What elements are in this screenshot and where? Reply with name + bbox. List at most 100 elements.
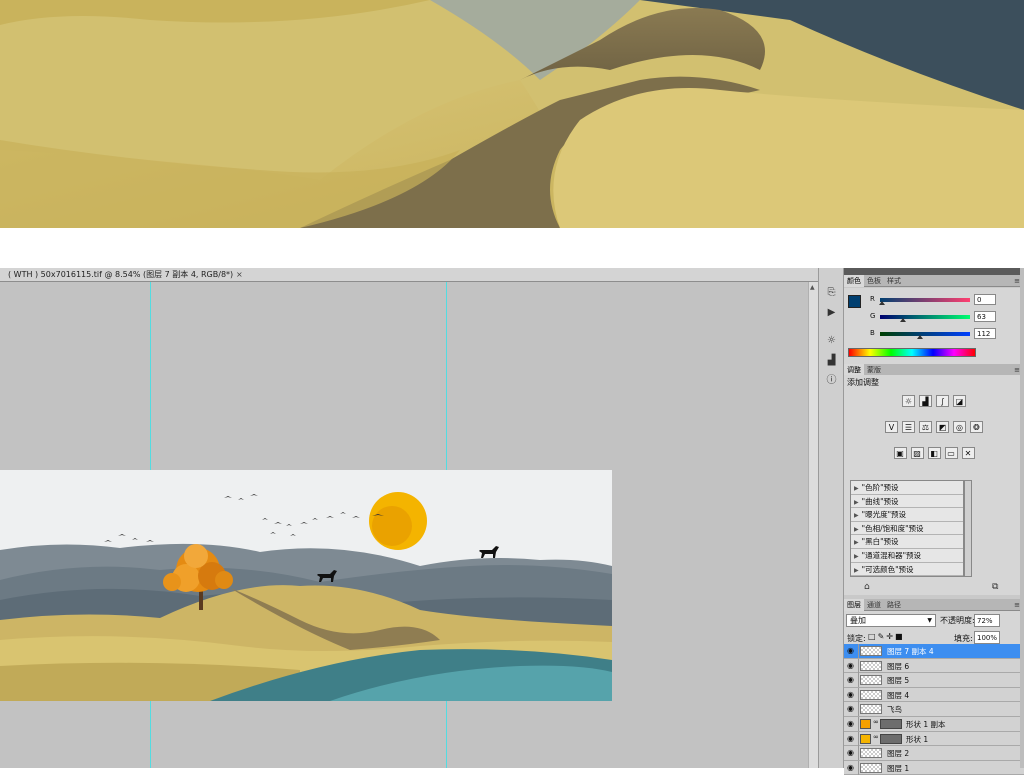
panels-dock: 颜色 色板 样式 ≡ R 0 G 63 B 112 调整 蒙版 ≡ 添加调整 ☼…	[844, 268, 1024, 775]
eye-icon[interactable]: ◉	[847, 675, 854, 684]
tab-styles[interactable]: 样式	[884, 275, 904, 287]
tab-paths[interactable]: 路径	[884, 599, 904, 611]
tab-layers[interactable]: 图层	[844, 599, 864, 611]
threshold-icon[interactable]: ◧	[927, 447, 941, 459]
info-icon[interactable]: ⓘ	[824, 374, 839, 387]
layer-row[interactable]: ◉ ∞ 形状 1 副本	[844, 716, 1024, 732]
curves-icon[interactable]: ∫	[936, 395, 949, 407]
green-thumb[interactable]	[900, 318, 906, 322]
gradient-map-icon[interactable]: ▭	[944, 447, 958, 459]
panels-scrollbar[interactable]	[1020, 268, 1024, 768]
black-white-icon[interactable]: ◩	[936, 421, 949, 433]
canvas-area[interactable]	[0, 282, 808, 768]
brightness-icon[interactable]: ☼	[824, 334, 839, 347]
expand-triangle-icon[interactable]: ▶	[854, 539, 859, 546]
eye-icon[interactable]: ◉	[847, 661, 854, 670]
layers-panel-tabs: 图层 通道 路径 ≡	[844, 599, 1024, 611]
lock-transparent-icon[interactable]: □	[868, 632, 878, 641]
link-icon: ∞	[873, 732, 879, 741]
levels-icon[interactable]: ▟	[919, 395, 932, 407]
layer-row[interactable]: ◉ 图层 6	[844, 658, 1024, 674]
layer-row[interactable]: ◉ 图层 5	[844, 673, 1024, 688]
tab-channels[interactable]: 通道	[864, 599, 884, 611]
list-item[interactable]: ▶ "黑白"预设	[851, 535, 963, 549]
selective-color-icon[interactable]: ✕	[961, 447, 975, 459]
channel-mixer-icon[interactable]: ❂	[970, 421, 983, 433]
eye-icon[interactable]: ◉	[847, 719, 854, 728]
red-value-field[interactable]: 0	[974, 294, 996, 305]
expand-triangle-icon[interactable]: ▶	[854, 553, 859, 560]
shape-color-swatch[interactable]	[860, 718, 871, 729]
eye-icon[interactable]: ◉	[847, 734, 854, 743]
list-item[interactable]: ▶ "曝光度"预设	[851, 508, 963, 522]
list-item[interactable]: ▶ "通道混和器"预设	[851, 549, 963, 563]
color-balance-icon[interactable]: ⚖	[919, 421, 932, 433]
brightness-contrast-icon[interactable]: ☼	[902, 395, 915, 407]
eye-icon[interactable]: ◉	[847, 763, 854, 772]
foreground-color-swatch[interactable]	[848, 295, 861, 308]
invert-icon[interactable]: ▣	[893, 447, 907, 459]
blue-slider[interactable]: B 112	[870, 328, 1020, 341]
return-to-list-icon[interactable]: ⌂	[864, 582, 870, 592]
list-item[interactable]: ▶ "色相/饱和度"预设	[851, 522, 963, 536]
red-slider[interactable]: R 0	[870, 294, 1020, 307]
actions-icon[interactable]: ▶	[824, 306, 839, 319]
list-item[interactable]: ▶ "曲线"预设	[851, 495, 963, 509]
presets-scrollbar[interactable]	[964, 480, 972, 577]
layer-row[interactable]: ◉ 图层 4	[844, 687, 1024, 703]
presets-list: ▶ "色阶"预设 ▶ "曲线"预设 ▶ "曝光度"预设 ▶ "色相/饱和度"预设 ▶ "黑…	[850, 480, 964, 577]
tab-color[interactable]: 颜色	[844, 275, 864, 287]
scroll-up-icon[interactable]: ▲	[810, 284, 815, 291]
exposure-icon[interactable]: ◪	[953, 395, 966, 407]
eye-icon[interactable]: ◉	[847, 748, 854, 757]
layer-row[interactable]: ◉ 飞鸟	[844, 702, 1024, 717]
photo-filter-icon[interactable]: ◎	[953, 421, 966, 433]
green-slider[interactable]: G 63	[870, 311, 1020, 324]
histogram-icon[interactable]: ▟	[824, 354, 839, 367]
list-item[interactable]: ▶ "色阶"预设	[851, 481, 963, 495]
expand-view-icon[interactable]: ⧉	[992, 582, 998, 592]
chevron-down-icon: ▼	[927, 617, 932, 624]
blend-mode-select[interactable]: 叠加 ▼	[846, 614, 936, 627]
document-canvas[interactable]	[0, 470, 612, 701]
fill-label: 填充:	[954, 634, 973, 643]
layer-row[interactable]: ◉ 图层 2	[844, 746, 1024, 761]
vibrance-icon[interactable]: V	[885, 421, 898, 433]
blue-label: B	[870, 329, 875, 337]
green-value-field[interactable]: 63	[974, 311, 996, 322]
tab-swatches[interactable]: 色板	[864, 275, 884, 287]
color-spectrum-bar[interactable]	[848, 348, 976, 357]
lock-position-icon[interactable]: ✛	[886, 632, 895, 641]
lock-options: □✎✛■	[868, 632, 905, 641]
expand-triangle-icon[interactable]: ▶	[854, 567, 859, 574]
page-gap	[0, 228, 1024, 268]
eye-icon[interactable]: ◉	[847, 704, 854, 713]
eye-icon[interactable]: ◉	[847, 646, 854, 655]
vertical-scrollbar[interactable]: ▲	[808, 282, 818, 768]
hue-saturation-icon[interactable]: ☰	[902, 421, 915, 433]
lock-label: 锁定:	[847, 634, 866, 643]
eye-icon[interactable]: ◉	[847, 690, 854, 699]
close-tab-icon[interactable]: ×	[236, 268, 243, 282]
document-tab[interactable]: ( WTH ) 50x7016115.tif @ 8.54% (图层 7 副本 …	[0, 268, 818, 282]
layer-name: 图层 6	[887, 661, 910, 671]
lock-image-icon[interactable]: ✎	[878, 632, 887, 641]
red-thumb[interactable]	[879, 301, 885, 305]
fill-field[interactable]: 100%	[974, 631, 1000, 644]
blue-thumb[interactable]	[917, 335, 923, 339]
layer-row[interactable]: ◉ ∞ 形状 1	[844, 731, 1024, 747]
expand-triangle-icon[interactable]: ▶	[854, 485, 859, 492]
lock-all-icon[interactable]: ■	[895, 632, 905, 641]
expand-triangle-icon[interactable]: ▶	[854, 512, 859, 519]
layer-row[interactable]: ◉ 图层 7 副本 4	[844, 644, 1024, 659]
blue-value-field[interactable]: 112	[974, 328, 996, 339]
list-item[interactable]: ▶ "可选颜色"预设	[851, 563, 963, 577]
layer-thumbnail	[860, 646, 882, 656]
shape-color-swatch[interactable]	[860, 733, 871, 744]
expand-triangle-icon[interactable]: ▶	[854, 526, 859, 533]
history-icon[interactable]: ⎘	[824, 286, 839, 299]
expand-triangle-icon[interactable]: ▶	[854, 499, 859, 506]
layer-name: 图层 5	[887, 676, 910, 686]
posterize-icon[interactable]: ▨	[910, 447, 924, 459]
opacity-field[interactable]: 72%	[974, 614, 1000, 627]
